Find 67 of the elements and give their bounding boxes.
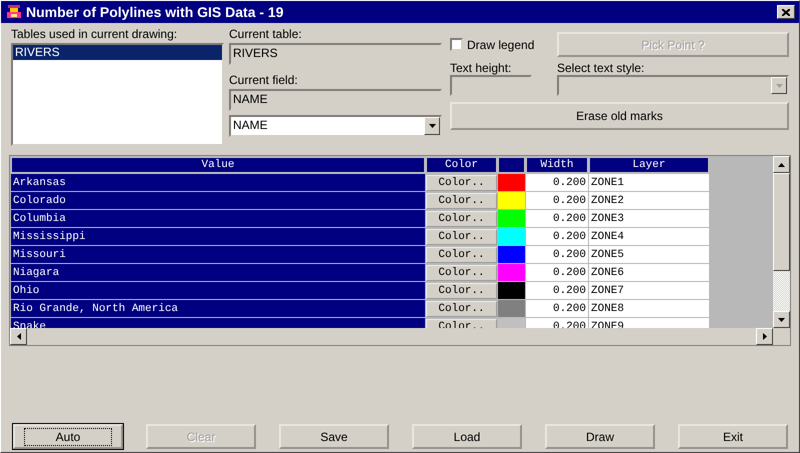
table-cell: 0.200 — [526, 228, 588, 245]
field-label: Current table: — [229, 27, 303, 41]
app-icon — [6, 4, 22, 20]
column-header: Layer — [589, 157, 709, 173]
table-cell: 0.200 — [526, 192, 588, 209]
table-cell[interactable]: Mississippi — [11, 228, 425, 245]
table-cell: ZONE4 — [589, 228, 709, 245]
color-button[interactable]: Color.. — [426, 192, 497, 208]
dialog-button[interactable]: Load — [412, 424, 522, 449]
table-cell: ZONE1 — [589, 174, 709, 191]
color-button[interactable]: Color.. — [426, 282, 497, 298]
table-cell[interactable]: Arkansas — [11, 174, 425, 191]
horizontal-scrollbar[interactable] — [10, 328, 773, 345]
column-header: Color — [426, 157, 497, 173]
caret-icon — [778, 162, 785, 166]
window-title: Number of Polylines with GIS Data - 19 — [26, 4, 284, 20]
color-button[interactable]: Color.. — [426, 246, 497, 262]
table-cell: ZONE7 — [589, 282, 709, 299]
table-cell: 0.200 — [526, 246, 588, 263]
column-header: Value — [11, 157, 425, 173]
caret-icon — [778, 318, 785, 322]
table-cell: 0.200 — [526, 210, 588, 227]
tables-list[interactable]: RIVERS — [11, 43, 224, 146]
scrollbar-thumb[interactable] — [773, 173, 790, 271]
color-button[interactable]: Color.. — [426, 174, 497, 190]
list-label: Tables used in current drawing: — [11, 27, 178, 41]
table-cell: ZONE2 — [589, 192, 709, 209]
dialog-button[interactable]: Save — [279, 424, 389, 449]
dialog-button[interactable]: Auto — [13, 424, 123, 449]
field-label: Current field: — [229, 73, 299, 87]
color-button[interactable]: Color.. — [426, 300, 497, 316]
table-cell: ZONE6 — [589, 264, 709, 281]
caret-icon — [16, 333, 20, 340]
list-item[interactable]: RIVERS — [13, 45, 222, 60]
checkbox[interactable] — [450, 38, 463, 51]
table-cell: ZONE8 — [589, 300, 709, 317]
field-label: Select text style: — [557, 61, 646, 75]
table-cell: 0.200 — [526, 264, 588, 281]
table-cell: 0.200 — [526, 300, 588, 317]
checkbox-label: Draw legend — [467, 38, 534, 52]
current-table-field: RIVERS — [229, 43, 442, 65]
caret-icon — [776, 84, 782, 88]
dialog-button[interactable]: Draw — [545, 424, 655, 449]
table-cell[interactable]: Niagara — [11, 264, 425, 281]
table-cell[interactable]: Ohio — [11, 282, 425, 299]
color-button[interactable]: Color.. — [426, 210, 497, 226]
color-button[interactable]: Color.. — [426, 264, 497, 280]
color-button[interactable]: Color.. — [426, 228, 497, 244]
caret-icon — [428, 124, 436, 128]
caret-icon — [762, 333, 766, 340]
field-label: Text height: — [450, 61, 512, 75]
field-dropdown[interactable]: NAME — [229, 115, 442, 137]
column-header: Width — [526, 157, 588, 173]
close-button[interactable] — [777, 5, 795, 19]
table-cell: ZONE3 — [589, 210, 709, 227]
table-cell[interactable]: Columbia — [11, 210, 425, 227]
dialog-button[interactable]: Exit — [678, 424, 788, 449]
table-cell: ZONE5 — [589, 246, 709, 263]
current-field-field: NAME — [229, 89, 442, 111]
table-cell: 0.200 — [526, 282, 588, 299]
erase-button[interactable]: Erase old marks — [450, 102, 789, 130]
table-cell[interactable]: Missouri — [11, 246, 425, 263]
vertical-scrollbar[interactable] — [773, 156, 790, 328]
close-icon — [782, 8, 790, 16]
table-cell[interactable]: Rio Grande, North America — [11, 300, 425, 317]
table-cell[interactable]: Colorado — [11, 192, 425, 209]
table-cell: 0.200 — [526, 174, 588, 191]
